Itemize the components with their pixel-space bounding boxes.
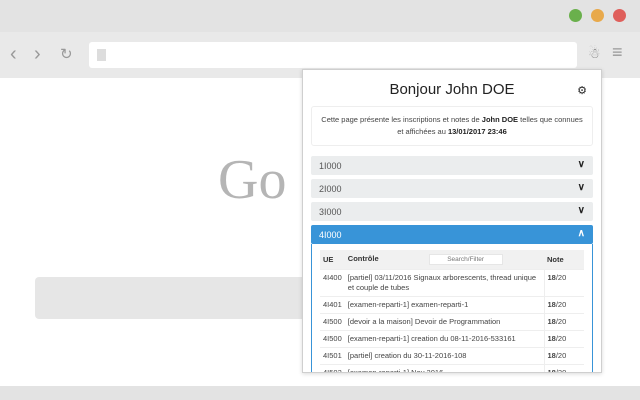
header-controle: Contrôle (344, 250, 544, 270)
filter-input[interactable] (428, 254, 503, 265)
row-max: /20 (555, 273, 567, 282)
row-score: 18 (547, 273, 556, 282)
row-controle: [devoir a la maison] Devoir de Programma… (344, 313, 544, 331)
row-note: 18/20 (543, 296, 584, 314)
row-note: 18/20 (543, 364, 584, 373)
intro-before: Cette page présente les inscriptions et … (321, 115, 482, 124)
row-controle: [partiel] 03/11/2016 Signaux arborescent… (344, 269, 544, 297)
table-row: 4I401 [examen-reparti-1] examen-reparti-1… (320, 296, 584, 314)
table-row: 4I502 [examen-reparti-1] Nov 2016 18/20 (320, 364, 584, 373)
section-3I000[interactable]: 3I000 ∨ (311, 202, 593, 221)
section-4I000[interactable]: 4I000 ∧ (311, 225, 593, 244)
extension-popup: Bonjour John DOE ⚙ Cette page présente l… (302, 69, 602, 373)
section-panel: UE Contrôle Note 4I400[partiel] 03/11/20… (311, 244, 593, 373)
address-bar[interactable] (89, 42, 577, 68)
table-row: 4I500 [devoir a la maison] Devoir de Prog… (320, 313, 584, 331)
section-label: 1I000 (319, 161, 342, 171)
row-max: /20 (555, 317, 567, 326)
popup-title: Bonjour John DOE (389, 81, 515, 98)
reload-icon[interactable]: ↻ (60, 45, 73, 65)
header-controle-label: Contrôle (347, 254, 379, 263)
table-row: 4I400 [partiel] 03/11/2016 Signaux arbore… (320, 269, 584, 297)
grades-table: UE Contrôle Note 4I400[partiel] 03/11/20… (320, 250, 584, 373)
chevron-down-icon: ∨ (577, 182, 585, 193)
row-ue: 4I501 (320, 347, 345, 365)
menu-icon[interactable]: ≡ (612, 42, 623, 63)
row-score: 18 (547, 317, 556, 326)
row-score: 18 (547, 300, 556, 309)
search-box[interactable] (35, 277, 325, 319)
section-label: 3I000 (319, 207, 342, 217)
row-ue: 4I500 (320, 313, 345, 331)
row-controle: [examen-reparti-1] examen-reparti-1 (344, 296, 544, 314)
student-name: John DOE (481, 115, 519, 124)
header-ue: UE (320, 250, 345, 270)
row-ue: 4I401 (320, 296, 345, 314)
row-max: /20 (555, 334, 567, 343)
intro-text: Cette page présente les inscriptions et … (311, 106, 593, 146)
row-score: 18 (547, 351, 556, 360)
row-max: /20 (555, 368, 567, 373)
minimize-button[interactable] (591, 9, 604, 22)
page-icon (97, 49, 106, 61)
row-controle: [examen-reparti-1] creation du 08-11-201… (344, 330, 544, 348)
section-label: 2I000 (319, 184, 342, 194)
row-note: 18/20 (543, 330, 584, 348)
row-note: 18/20 (543, 347, 584, 365)
section-2I000[interactable]: 2I000 ∨ (311, 179, 593, 198)
section-label: 4I000 (319, 230, 342, 240)
row-max: /20 (555, 300, 567, 309)
section-1I000[interactable]: 1I000 ∨ (311, 156, 593, 175)
chevron-down-icon: ∨ (577, 159, 585, 170)
row-ue: 4I500 (320, 330, 345, 348)
table-row: 4I500 [examen-reparti-1] creation du 08-1… (320, 330, 584, 348)
row-max: /20 (555, 351, 567, 360)
row-score: 18 (547, 334, 556, 343)
row-score: 18 (547, 368, 556, 373)
chevron-up-icon: ∧ (577, 228, 585, 239)
row-controle: [partiel] creation du 30-11-2016-108 (344, 347, 544, 365)
extension-icon[interactable]: ☃ (588, 45, 601, 62)
close-button[interactable] (613, 9, 626, 22)
google-logo: Go (218, 149, 287, 211)
chevron-down-icon: ∨ (577, 205, 585, 216)
table-row: 4I501 [partiel] creation du 30-11-2016-10… (320, 347, 584, 365)
row-ue: 4I400 (320, 269, 345, 297)
back-icon[interactable]: ‹ (10, 44, 17, 64)
update-date: 13/01/2017 23:46 (447, 127, 507, 136)
forward-icon[interactable]: › (34, 44, 41, 64)
title-bar (0, 0, 640, 32)
gear-icon[interactable]: ⚙ (577, 84, 587, 97)
row-note: 18/20 (543, 269, 584, 297)
header-note: Note (544, 250, 584, 270)
maximize-button[interactable] (569, 9, 582, 22)
row-controle: [examen-reparti-1] Nov 2016 (344, 364, 544, 372)
row-ue: 4I502 (320, 364, 345, 372)
row-note: 18/20 (543, 313, 584, 331)
